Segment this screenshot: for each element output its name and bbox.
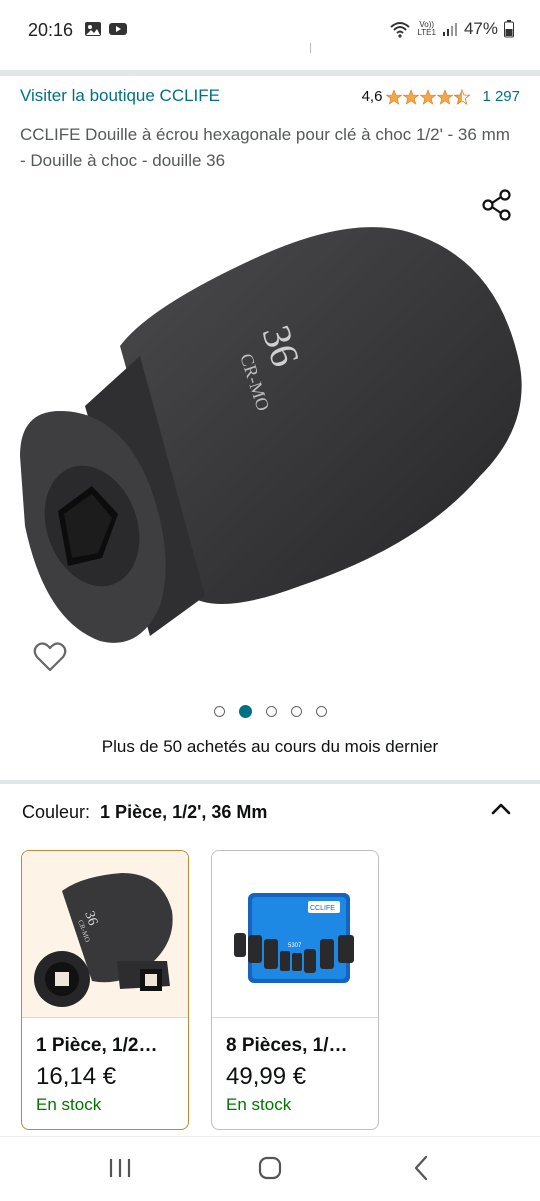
variation-selected-value: 1 Pièce, 1/2', 36 Mm (100, 802, 268, 822)
carousel-dot[interactable] (290, 706, 302, 717)
variant-name: 8 Pièces, 1/… (226, 1035, 348, 1056)
variation-label: Couleur: (22, 802, 91, 822)
half-star-icon (454, 88, 471, 105)
wifi-icon (390, 22, 411, 38)
variant-stock: En stock (226, 1095, 292, 1114)
volte-indicator: Vo)) LTE1 (417, 20, 436, 37)
star-icon (403, 88, 420, 105)
heart-icon[interactable] (33, 640, 67, 674)
youtube-icon (109, 23, 127, 35)
battery-icon (504, 20, 514, 38)
variant-name: 1 Pièce, 1/2… (36, 1035, 158, 1056)
battery-percent: 47% (463, 19, 498, 38)
product-title: CCLIFE Douille à écrou hexagonale pour c… (20, 125, 510, 170)
carousel-dot[interactable] (265, 706, 277, 717)
star-icon (386, 88, 403, 105)
signal-icon (442, 23, 457, 36)
rating-summary[interactable]: 4,6 1 297 (362, 88, 520, 105)
product-main-image[interactable]: 36 CR-MO (0, 196, 540, 666)
home-button[interactable] (252, 1153, 288, 1183)
chevron-up-icon[interactable] (490, 798, 512, 820)
thumb-brand: CCLIFE (310, 905, 335, 912)
carousel-dot[interactable] (213, 706, 225, 717)
variation-selector-header[interactable]: Couleur: 1 Pièce, 1/2', 36 Mm (22, 802, 267, 823)
image-carousel-dots[interactable] (0, 705, 540, 718)
gallery-icon (85, 22, 101, 36)
carousel-dot[interactable] (315, 706, 327, 717)
variant-option-1-piece[interactable]: 36 CR-MO 1 Pièce, 1/2… 16,14 € En stock (21, 850, 189, 1130)
rating-stars (386, 88, 471, 105)
variant-price: 49,99 € (226, 1063, 307, 1090)
variant-option-8-pieces[interactable]: CCLIFE 5307 8 Pièces, 1/… 49,99 € En sto… (211, 850, 379, 1130)
rating-value: 4,6 (361, 88, 383, 105)
share-icon[interactable] (480, 188, 514, 222)
variant-price: 16,14 € (36, 1063, 117, 1090)
back-button[interactable] (404, 1153, 440, 1183)
carousel-dot-active[interactable] (238, 705, 252, 718)
status-bar: 20:16 Vo)) LTE1 47% (0, 0, 540, 62)
star-icon (420, 88, 437, 105)
visit-store-link[interactable]: Visiter la boutique CCLIFE (20, 86, 220, 106)
variant-thumb-single-socket: 36 CR-MO (34, 873, 173, 1007)
top-divider (0, 70, 540, 76)
rating-count-link[interactable]: 1 297 (482, 88, 520, 105)
thumb-model: 5307 (288, 943, 302, 949)
variant-thumb-socket-set-case: CCLIFE 5307 (234, 893, 354, 983)
bought-count-text: Plus de 50 achetés au cours du mois dern… (101, 737, 439, 756)
section-divider (0, 780, 540, 784)
recent-apps-button[interactable] (102, 1153, 138, 1183)
variant-stock: En stock (36, 1095, 102, 1114)
status-time: 20:16 (28, 20, 74, 40)
star-icon (437, 88, 454, 105)
system-navigation-bar (0, 1136, 540, 1201)
